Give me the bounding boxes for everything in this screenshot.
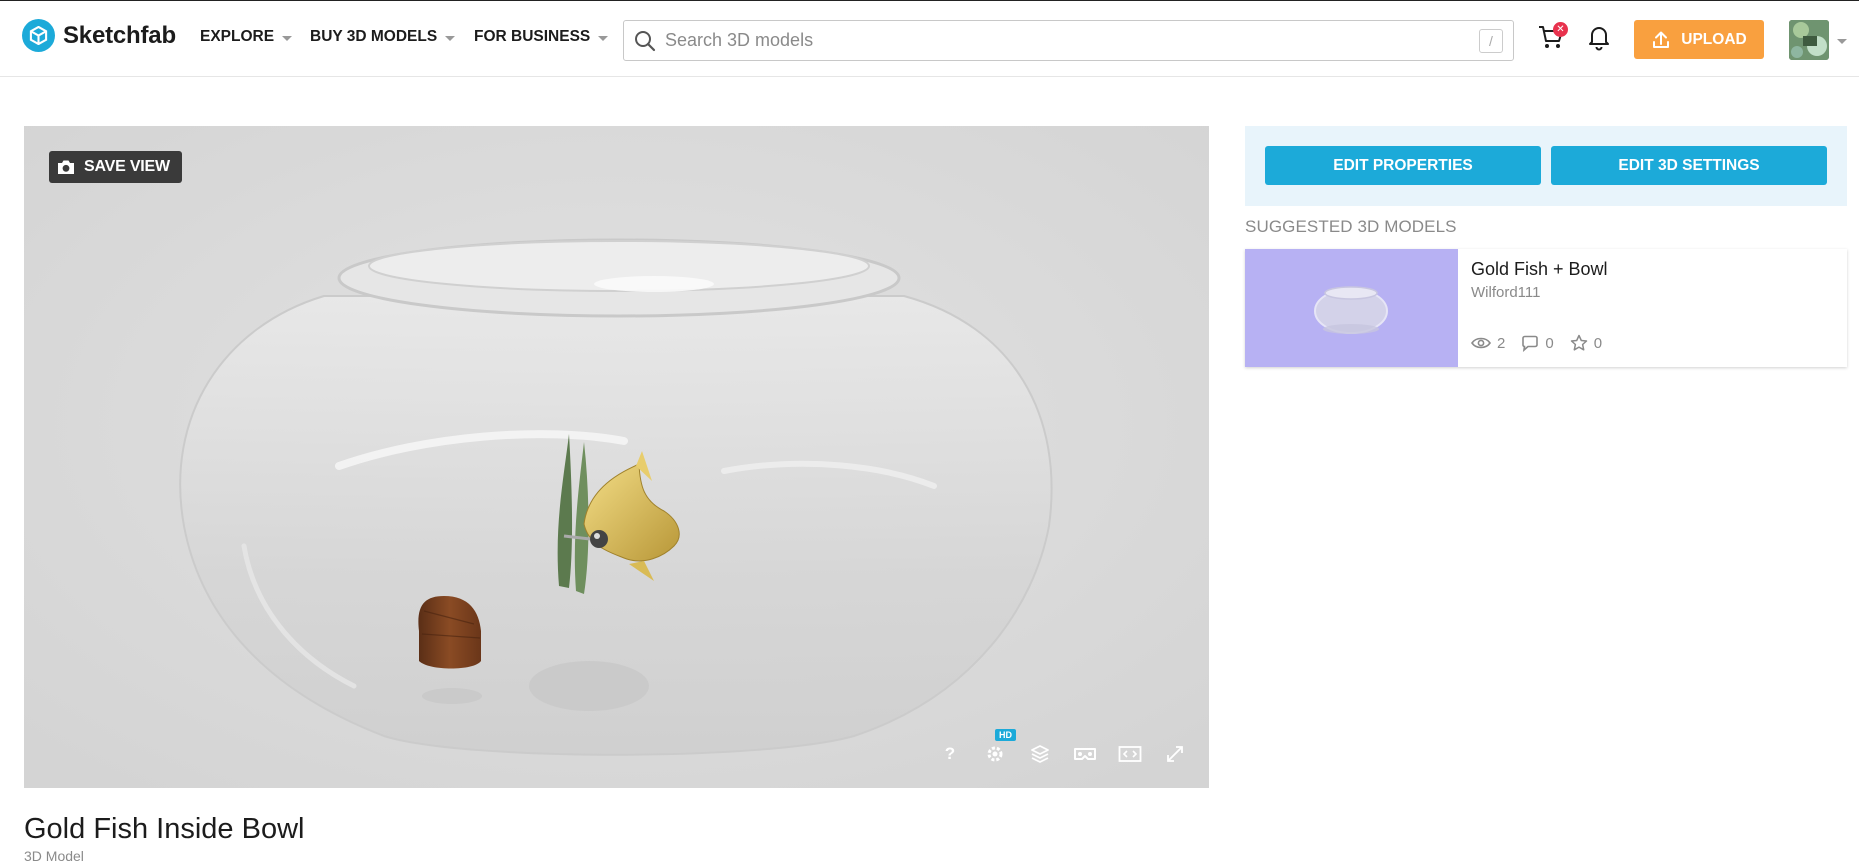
vr-button[interactable] <box>1071 740 1099 768</box>
sketchfab-logo[interactable]: Sketchfab <box>22 19 176 52</box>
views-count: 2 <box>1497 334 1506 352</box>
save-view-label: SAVE VIEW <box>84 158 170 175</box>
upload-label: UPLOAD <box>1681 30 1747 48</box>
upload-button[interactable]: UPLOAD <box>1634 20 1764 59</box>
cart-button[interactable]: ✕ <box>1537 22 1568 53</box>
avatar-image <box>1789 20 1829 60</box>
likes-count: 0 <box>1593 334 1603 352</box>
suggested-model-info: Gold Fish + Bowl Wilford111 2 0 0 <box>1458 249 1847 367</box>
suggested-model-card[interactable]: Gold Fish + Bowl Wilford111 2 0 0 <box>1245 249 1847 367</box>
search-icon <box>635 30 656 51</box>
hd-badge: HD <box>995 729 1016 741</box>
suggested-model-author[interactable]: Wilford111 <box>1471 284 1540 301</box>
embed-button[interactable] <box>1116 740 1144 768</box>
star-icon <box>1570 334 1587 351</box>
help-button[interactable]: ? <box>936 740 964 768</box>
comment-icon <box>1522 335 1539 352</box>
search-bar: / <box>623 20 1514 61</box>
layers-icon <box>1031 745 1049 763</box>
layers-button[interactable] <box>1026 740 1054 768</box>
nav-buy-label: BUY 3D MODELS <box>310 28 438 45</box>
help-icon: ? <box>944 744 956 763</box>
page-title: Gold Fish Inside Bowl <box>24 813 305 845</box>
suggested-models-heading: SUGGESTED 3D MODELS <box>1245 217 1457 236</box>
nav-business-label: FOR BUSINESS <box>474 28 591 45</box>
comments-count: 0 <box>1545 334 1554 352</box>
nav-explore-label: EXPLORE <box>200 28 275 45</box>
viewer-toolbar: ? HD <box>936 729 1189 768</box>
avatar[interactable] <box>1789 20 1829 60</box>
fishbowl-thumbnail-image <box>1314 286 1388 334</box>
fullscreen-button[interactable] <box>1161 740 1189 768</box>
notifications-button[interactable] <box>1585 23 1615 53</box>
top-navigation-bar: Sketchfab EXPLORE BUY 3D MODELS FOR BUSI… <box>0 0 1859 77</box>
search-input[interactable] <box>665 30 1455 51</box>
eye-icon <box>1471 337 1491 349</box>
cart-badge: ✕ <box>1553 22 1568 37</box>
gear-icon <box>987 746 1003 762</box>
edit-properties-button[interactable]: EDIT PROPERTIES <box>1265 146 1541 185</box>
suggested-model-thumbnail[interactable] <box>1245 249 1458 367</box>
sketchfab-logo-icon <box>22 19 55 52</box>
nav-buy-3d-models[interactable]: BUY 3D MODELS <box>310 28 456 46</box>
search-shortcut-hint: / <box>1479 29 1503 53</box>
owner-actions-panel: EDIT PROPERTIES EDIT 3D SETTINGS <box>1245 126 1847 206</box>
edit-3d-settings-button[interactable]: EDIT 3D SETTINGS <box>1551 146 1827 185</box>
model-viewer[interactable]: SAVE VIEW ? HD <box>24 126 1209 788</box>
suggested-model-stats: 2 0 0 <box>1471 334 1612 352</box>
chevron-down-icon <box>445 35 456 41</box>
bell-icon <box>1589 27 1609 51</box>
upload-icon <box>1653 31 1670 48</box>
camera-icon <box>58 160 74 174</box>
fishbowl-scene[interactable] <box>24 126 1209 788</box>
chevron-down-icon <box>598 35 609 41</box>
vr-icon <box>1074 748 1096 760</box>
settings-button[interactable]: HD <box>981 729 1016 768</box>
model-type-label: 3D Model <box>24 848 84 864</box>
nav-for-business[interactable]: FOR BUSINESS <box>474 28 609 46</box>
suggested-model-title[interactable]: Gold Fish + Bowl <box>1471 259 1608 280</box>
logo-text: Sketchfab <box>63 21 176 49</box>
account-chevron-down-icon[interactable] <box>1837 39 1847 44</box>
embed-icon <box>1118 746 1142 762</box>
nav-explore[interactable]: EXPLORE <box>200 28 293 46</box>
fullscreen-icon <box>1167 746 1183 762</box>
save-view-button[interactable]: SAVE VIEW <box>49 151 182 183</box>
chevron-down-icon <box>282 35 293 41</box>
